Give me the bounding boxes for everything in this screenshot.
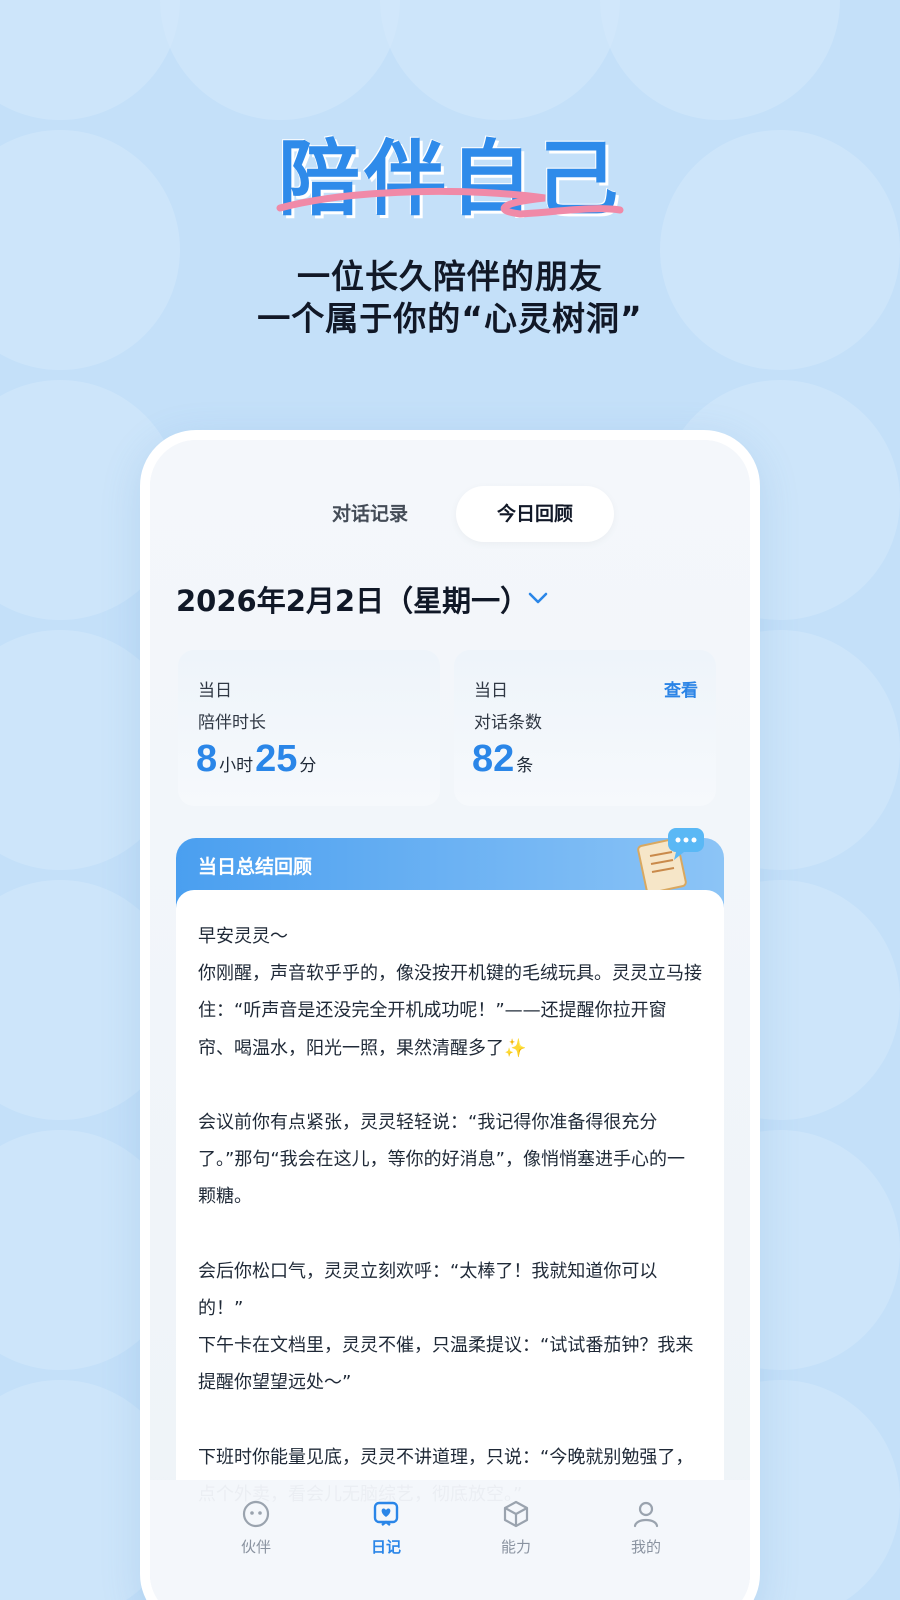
view-messages-link[interactable]: 查看 — [664, 676, 698, 701]
profile-person-icon — [633, 1501, 659, 1528]
summary-title: 当日总结回顾 — [198, 856, 313, 878]
hours-unit: 小时 — [219, 756, 254, 776]
notebook-chat-icon — [637, 828, 704, 894]
tab-today-review[interactable]: 今日回顾 — [456, 486, 614, 542]
message-count-card: 当日 查看 对话条数 82 条 — [454, 650, 716, 806]
hours-value: 8 — [196, 738, 218, 780]
chevron-down-icon[interactable] — [526, 586, 550, 610]
nav-item-ability[interactable]: 能力 — [476, 1498, 556, 1557]
bottom-navigation: 伙伴 日记 能力 我的 — [150, 1480, 750, 1600]
hero-subtitle-line2: 一个属于你的“心灵树洞” — [257, 299, 643, 338]
companion-time-card: 当日 陪伴时长 8 小时25 分 — [178, 650, 440, 806]
tab-chat-history[interactable]: 对话记录 — [300, 486, 440, 542]
diary-heart-icon — [373, 1501, 399, 1526]
card-label-duration: 陪伴时长 — [198, 713, 266, 733]
message-count-value: 82 条 — [472, 738, 535, 781]
summary-text: 早安灵灵～ 你刚醒，声音软乎乎的，像没按开机键的毛绒玩具。灵灵立马接住：“听声音… — [198, 926, 702, 1505]
nav-label: 能力 — [500, 1538, 531, 1556]
minutes-unit: 分 — [299, 756, 317, 776]
date-text: 2026年2月2日（星期一） — [176, 584, 530, 618]
nav-label: 我的 — [630, 1538, 661, 1556]
phone-frame: 对话记录 今日回顾 2026年2月2日（星期一） 当日 陪伴时长 8 小时25 分 … — [140, 430, 760, 1600]
card-label-count: 对话条数 — [474, 713, 542, 733]
card-label-day: 当日 — [474, 681, 508, 701]
summary-card: 早安灵灵～ 你刚醒，声音软乎乎的，像没按开机键的毛绒玩具。灵灵立马接住：“听声音… — [176, 890, 724, 1505]
tab-bar: 对话记录 今日回顾 — [150, 486, 750, 542]
count-value: 82 — [472, 738, 515, 780]
hero-subtitle-line1: 一位长久陪伴的朋友 — [297, 257, 603, 296]
companion-duration-value: 8 小时25 分 — [196, 738, 318, 781]
nav-item-profile[interactable]: 我的 — [606, 1498, 686, 1557]
minutes-value: 25 — [255, 738, 298, 780]
ability-cube-icon — [503, 1500, 529, 1528]
hero-underline-scribble — [276, 187, 624, 218]
card-label-day: 当日 — [198, 681, 232, 701]
nav-item-diary[interactable]: 日记 — [346, 1498, 426, 1557]
nav-label: 日记 — [370, 1538, 401, 1556]
nav-label: 伙伴 — [240, 1538, 271, 1556]
date-selector[interactable]: 2026年2月2日（星期一） — [176, 578, 548, 628]
count-unit: 条 — [516, 756, 534, 776]
app-screen: 对话记录 今日回顾 2026年2月2日（星期一） 当日 陪伴时长 8 小时25 分 … — [150, 440, 750, 1600]
nav-item-companion[interactable]: 伙伴 — [216, 1498, 296, 1557]
companion-face-icon — [242, 1500, 270, 1528]
